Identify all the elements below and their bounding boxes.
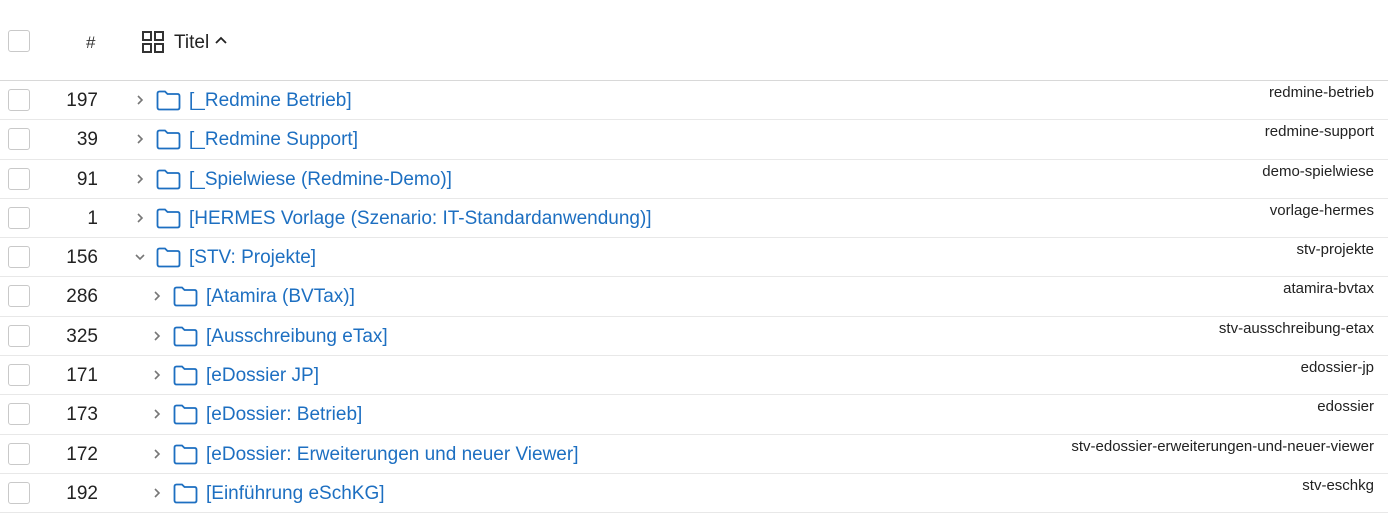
project-identifier: stv-ausschreibung-etax [1218, 319, 1374, 337]
chevron-right-icon[interactable] [151, 487, 163, 499]
table-row: 197 [_Redmine Betrieb] redmine-betrieb [0, 81, 1388, 121]
project-number: 173 [66, 404, 98, 426]
table-row: 171 [eDossier JP] edossier-jp [0, 356, 1388, 396]
row-checkbox[interactable] [8, 285, 30, 308]
folder-icon [156, 247, 181, 268]
table-row: 192 [Einführung eSchKG] stv-eschkg [0, 474, 1388, 514]
sort-ascending-icon[interactable] [214, 35, 228, 45]
project-number: 1 [87, 207, 98, 229]
project-title-link[interactable]: [_Redmine Betrieb] [189, 90, 352, 112]
project-list: 197 [_Redmine Betrieb] redmine-betrieb 39 [_… [0, 81, 1388, 514]
project-number: 192 [66, 482, 98, 504]
project-identifier: demo-spielwiese [1262, 162, 1374, 180]
select-all-checkbox[interactable] [8, 30, 30, 52]
table-row: 286 [Atamira (BVTax)] atamira-bvtax [0, 277, 1388, 317]
row-checkbox[interactable] [8, 246, 30, 269]
project-title-link[interactable]: [HERMES Vorlage (Szenario: IT-Standardan… [189, 208, 652, 230]
chevron-right-icon[interactable] [151, 330, 163, 342]
folder-icon [156, 90, 181, 111]
project-identifier: edossier [1317, 398, 1374, 416]
table-row: 173 [eDossier: Betrieb] edossier [0, 395, 1388, 435]
folder-icon [173, 444, 198, 465]
chevron-right-icon[interactable] [134, 173, 146, 185]
table-row: 91 [_Spielwiese (Redmine-Demo)] demo-spiel… [0, 160, 1388, 199]
project-title-link[interactable]: [_Redmine Support] [189, 129, 358, 151]
row-checkbox[interactable] [8, 89, 30, 111]
row-checkbox[interactable] [8, 403, 30, 426]
project-title-link[interactable]: [Einführung eSchKG] [206, 483, 385, 505]
grid-view-icon[interactable] [142, 31, 164, 53]
number-column-header[interactable]: # [86, 33, 95, 53]
project-title-link[interactable]: [_Spielwiese (Redmine-Demo)] [189, 169, 452, 191]
row-checkbox[interactable] [8, 206, 30, 229]
project-title-link[interactable]: [eDossier: Erweiterungen und neuer Viewe… [206, 444, 578, 466]
project-identifier: atamira-bvtax [1283, 280, 1374, 298]
table-row: 325 [Ausschreibung eTax] stv-ausschreibung… [0, 317, 1388, 357]
project-number: 286 [66, 286, 98, 308]
project-identifier: edossier-jp [1300, 359, 1374, 377]
project-number: 172 [66, 443, 98, 465]
folder-icon [156, 129, 181, 150]
row-checkbox[interactable] [8, 481, 30, 504]
folder-icon [156, 169, 181, 189]
row-checkbox[interactable] [8, 167, 30, 190]
table-row: 172 [eDossier: Erweiterungen und neuer Vi… [0, 435, 1388, 474]
chevron-right-icon[interactable] [134, 133, 146, 145]
chevron-down-icon[interactable] [134, 251, 146, 263]
folder-icon [173, 483, 198, 504]
project-title-link[interactable]: [Ausschreibung eTax] [206, 326, 388, 348]
row-checkbox[interactable] [8, 442, 30, 465]
folder-icon [173, 326, 198, 347]
project-title-link[interactable]: [eDossier JP] [206, 365, 319, 387]
project-identifier: redmine-support [1264, 123, 1374, 141]
folder-icon [173, 365, 198, 386]
title-column-header[interactable]: Titel [174, 32, 209, 54]
project-number: 156 [66, 247, 98, 269]
project-identifier: stv-edossier-erweiterungen-und-neuer-vie… [1071, 437, 1374, 455]
project-number: 197 [66, 90, 98, 111]
chevron-right-icon[interactable] [151, 448, 163, 460]
chevron-right-icon[interactable] [151, 408, 163, 420]
project-identifier: redmine-betrieb [1268, 84, 1374, 101]
folder-icon [173, 287, 198, 307]
project-title-link[interactable]: [STV: Projekte] [189, 247, 316, 269]
chevron-right-icon[interactable] [151, 290, 163, 302]
chevron-right-icon[interactable] [151, 369, 163, 381]
table-header: # Titel [0, 0, 1388, 81]
table-row: 1 [HERMES Vorlage (Szenario: IT-Standarda… [0, 199, 1388, 239]
row-checkbox[interactable] [8, 324, 30, 347]
row-checkbox[interactable] [8, 128, 30, 151]
project-number: 171 [66, 365, 98, 387]
table-row: 39 [_Redmine Support] redmine-support [0, 120, 1388, 160]
project-identifier: vorlage-hermes [1269, 201, 1374, 219]
folder-icon [156, 208, 181, 229]
chevron-right-icon[interactable] [134, 212, 146, 224]
row-checkbox[interactable] [8, 364, 30, 387]
project-title-link[interactable]: [Atamira (BVTax)] [206, 286, 355, 308]
table-row: 156 [STV: Projekte] stv-projekte [0, 238, 1388, 278]
project-title-link[interactable]: [eDossier: Betrieb] [206, 404, 362, 426]
project-identifier: stv-projekte [1296, 241, 1374, 259]
project-number: 91 [76, 168, 98, 190]
folder-icon [173, 404, 198, 425]
project-number: 325 [66, 325, 98, 347]
project-number: 39 [76, 129, 98, 151]
project-identifier: stv-eschkg [1302, 476, 1374, 494]
chevron-right-icon[interactable] [134, 94, 146, 106]
